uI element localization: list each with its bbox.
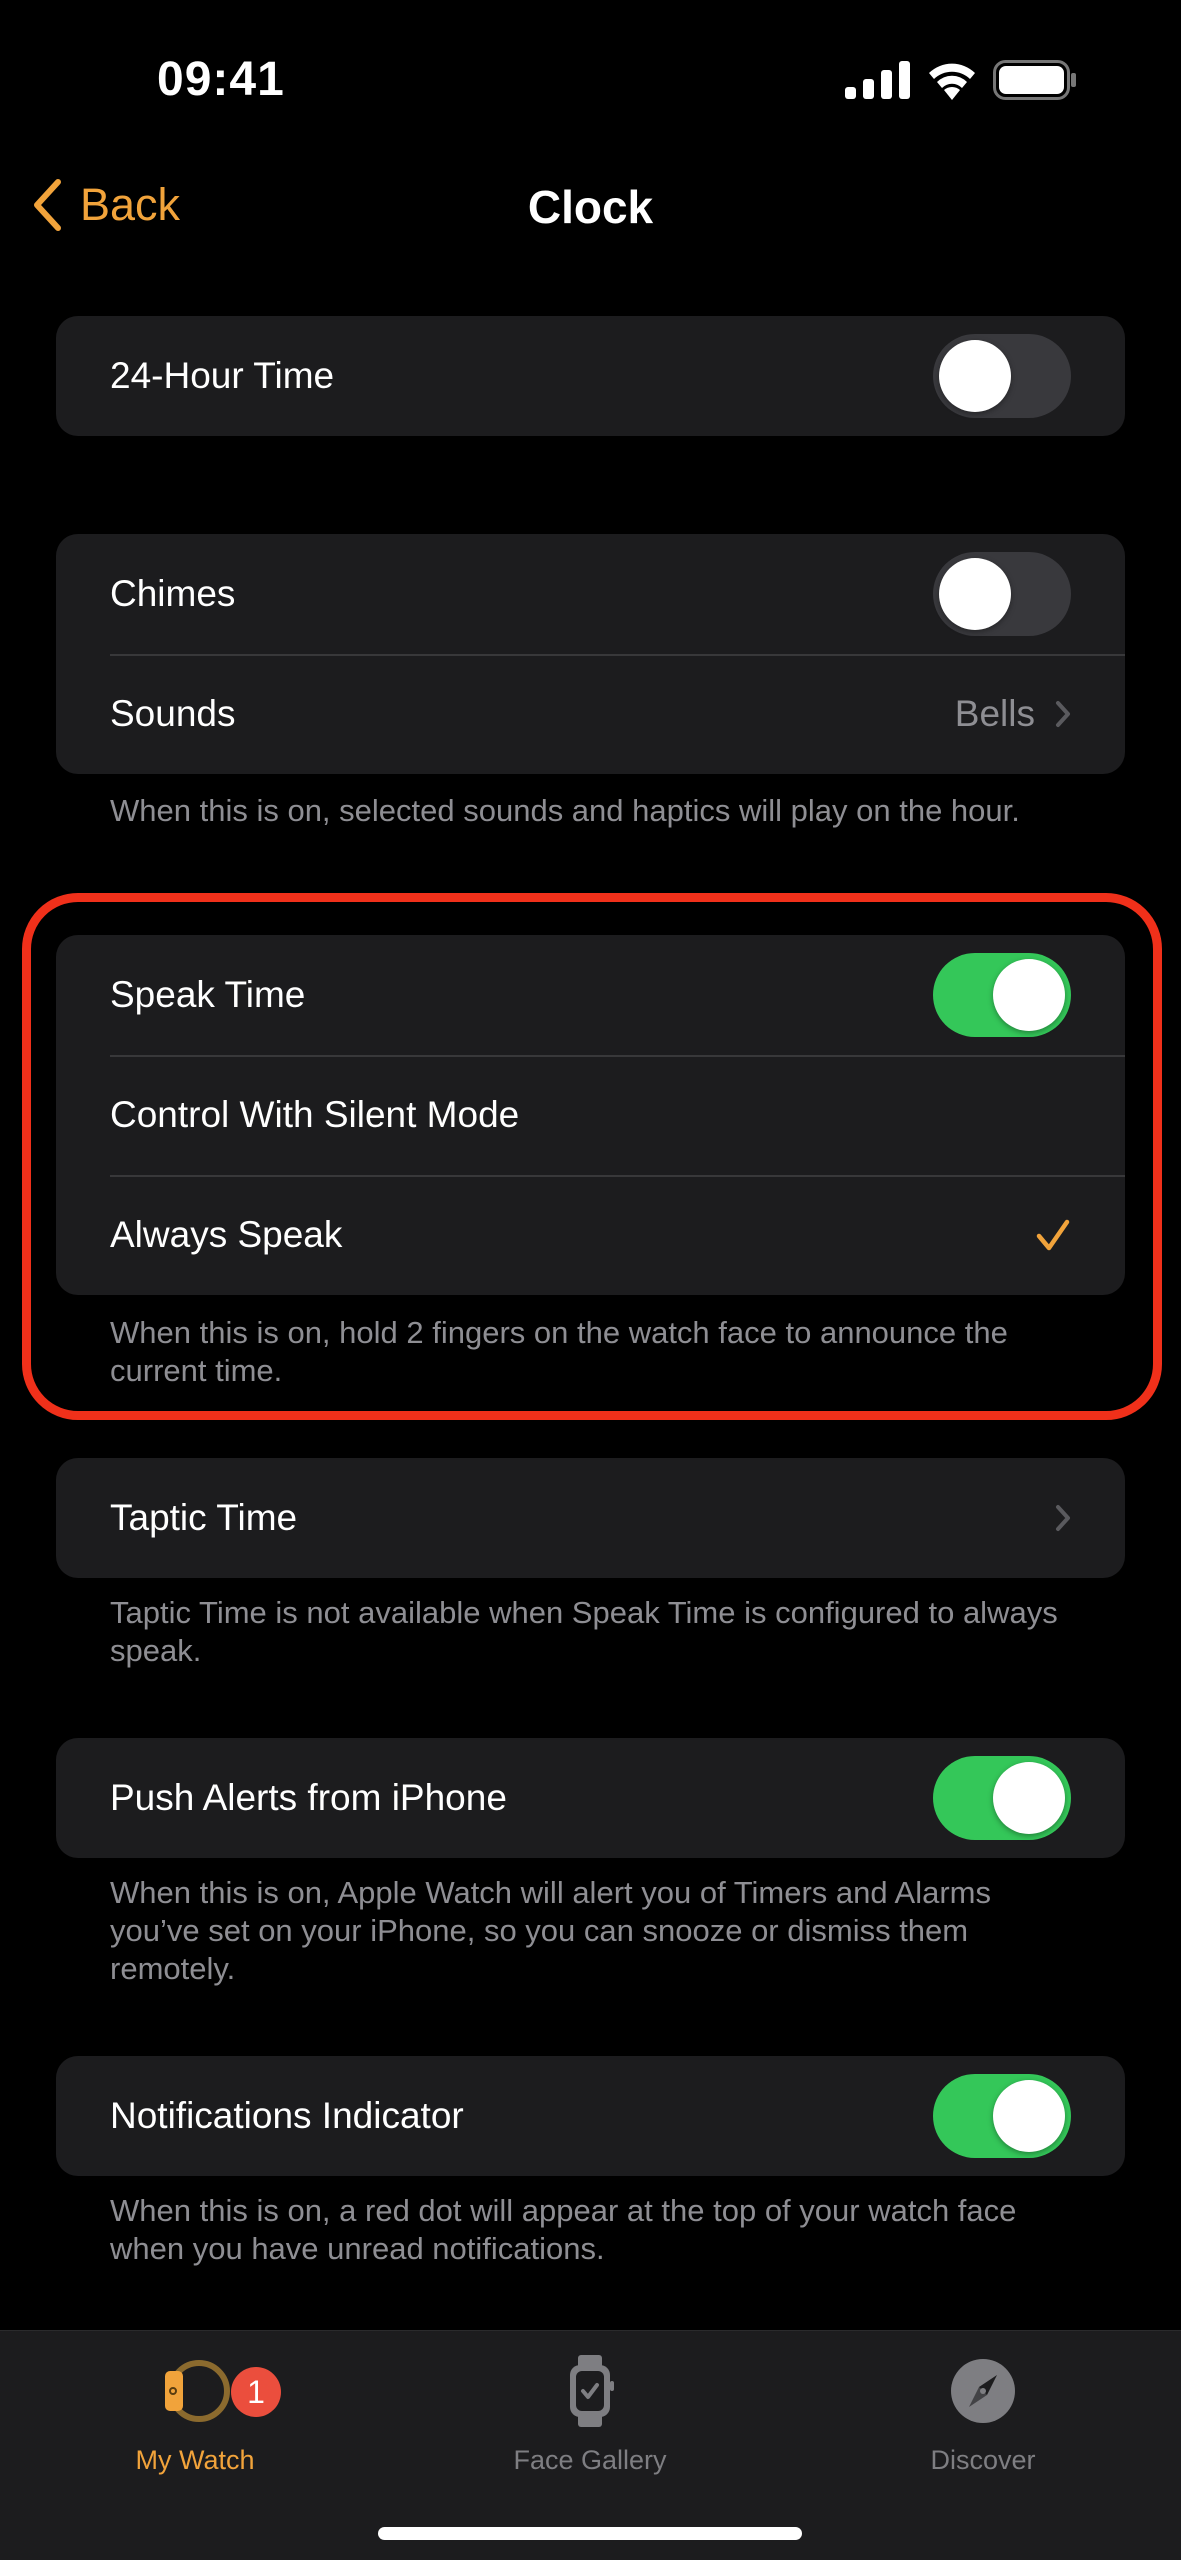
tab-label: My Watch (135, 2445, 255, 2475)
checkmark-icon (1036, 1219, 1070, 1251)
chimes-label: Chimes (110, 573, 236, 614)
taptic-time-row[interactable]: Taptic Time (56, 1458, 1125, 1578)
tab-label: Face Gallery (513, 2445, 667, 2475)
toggle-knob (993, 2080, 1065, 2152)
push-alerts-row: Push Alerts from iPhone (56, 1738, 1125, 1858)
push-alerts-footer: When this is on, Apple Watch will alert … (110, 1875, 991, 1986)
taptic-time-label: Taptic Time (110, 1497, 298, 1538)
sounds-label: Sounds (110, 693, 236, 734)
control-with-silent-mode-option[interactable]: Control With Silent Mode (56, 1055, 1125, 1175)
hour-time-label: 24-Hour Time (110, 355, 335, 396)
status-bar: 09:41 (0, 0, 1181, 160)
option-label: Control With Silent Mode (110, 1094, 520, 1135)
speak-time-toggle[interactable] (933, 953, 1071, 1037)
speak-time-row: Speak Time (56, 935, 1125, 1055)
toggle-knob (939, 340, 1011, 412)
push-alerts-label: Push Alerts from iPhone (110, 1777, 507, 1818)
chimes-row: Chimes (56, 534, 1125, 654)
speak-time-label: Speak Time (110, 974, 306, 1015)
chimes-footer: When this is on, selected sounds and hap… (110, 793, 1020, 828)
option-label: Always Speak (110, 1214, 343, 1255)
chevron-right-icon (1056, 1505, 1070, 1531)
wifi-icon (929, 63, 975, 100)
tab-label: Discover (930, 2445, 1036, 2475)
toggle-knob (993, 1762, 1065, 1834)
status-icons (845, 60, 1077, 100)
sounds-row[interactable]: Sounds Bells (56, 654, 1125, 774)
taptic-time-group: Taptic Time (56, 1458, 1125, 1578)
tab-bar: 1 My Watch Face Gallery Discover (0, 2330, 1181, 2560)
speak-time-group: Speak Time Control With Silent Mode Alwa… (56, 935, 1125, 1295)
tab-face-gallery[interactable]: Face Gallery (440, 2351, 740, 2476)
hour-time-group: 24-Hour Time (56, 316, 1125, 436)
chevron-right-icon (1056, 701, 1070, 727)
push-alerts-group: Push Alerts from iPhone (56, 1738, 1125, 1858)
hour-time-row: 24-Hour Time (56, 316, 1125, 436)
notifications-indicator-group: Notifications Indicator (56, 2056, 1125, 2176)
tab-my-watch[interactable]: 1 My Watch (45, 2351, 345, 2476)
home-indicator[interactable] (378, 2527, 802, 2540)
tab-discover[interactable]: Discover (833, 2351, 1133, 2476)
toggle-knob (993, 959, 1065, 1031)
notification-badge: 1 (231, 2367, 281, 2417)
always-speak-option[interactable]: Always Speak (56, 1175, 1125, 1295)
taptic-time-footer: Taptic Time is not available when Speak … (110, 1595, 1058, 1668)
notifications-indicator-toggle[interactable] (933, 2074, 1071, 2158)
toggle-knob (939, 558, 1011, 630)
notifications-indicator-footer: When this is on, a red dot will appear a… (110, 2193, 1017, 2266)
compass-icon (951, 2359, 1015, 2423)
notifications-indicator-row: Notifications Indicator (56, 2056, 1125, 2176)
hour-time-toggle[interactable] (933, 334, 1071, 418)
cellular-signal-icon (845, 61, 910, 99)
notifications-indicator-label: Notifications Indicator (110, 2095, 464, 2136)
chimes-toggle[interactable] (933, 552, 1071, 636)
chimes-group: Chimes Sounds Bells (56, 534, 1125, 774)
battery-icon (993, 60, 1076, 100)
sounds-value: Bells (954, 693, 1035, 734)
navigation-bar: Back Clock (0, 170, 1181, 250)
speak-time-footer: When this is on, hold 2 fingers on the w… (110, 1315, 1008, 1388)
page-title: Clock (527, 181, 654, 233)
face-gallery-icon (570, 2355, 614, 2427)
status-time: 09:41 (157, 53, 285, 106)
my-watch-icon (165, 2360, 230, 2422)
push-alerts-toggle[interactable] (933, 1756, 1071, 1840)
